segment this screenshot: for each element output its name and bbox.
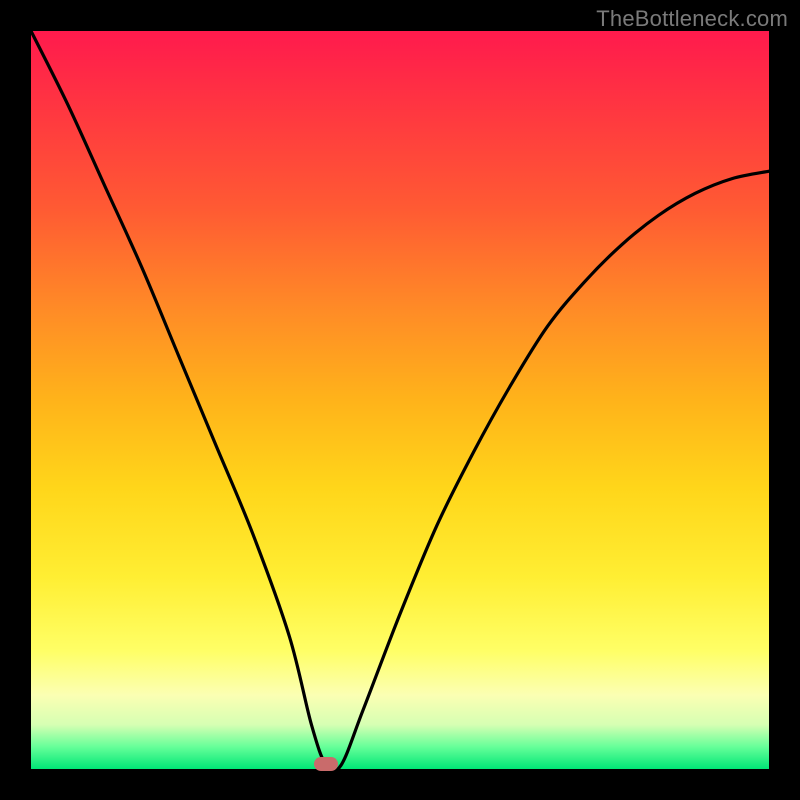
plot-area [31, 31, 769, 769]
bottleneck-curve [31, 31, 769, 769]
optimum-marker [314, 757, 338, 771]
watermark-text: TheBottleneck.com [596, 6, 788, 32]
chart-frame: TheBottleneck.com [0, 0, 800, 800]
